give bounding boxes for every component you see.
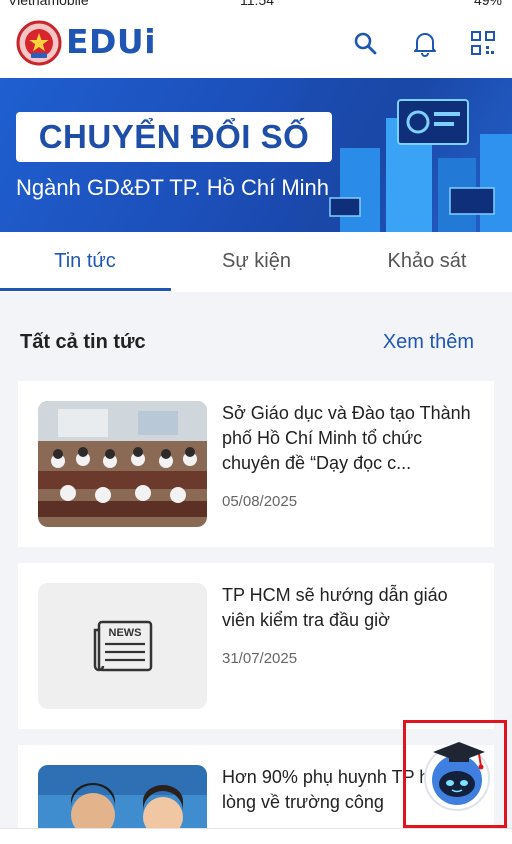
news-date: 05/08/2025 [222,493,298,510]
tab-survey[interactable]: Khảo sát [342,232,512,292]
chatbot-icon [424,742,490,811]
bell-icon [414,33,436,57]
classroom-photo [38,401,207,527]
active-tab-indicator [0,288,171,291]
search-icon [354,32,377,55]
see-more-link[interactable]: Xem thêm [383,331,474,354]
news-date: 31/07/2025 [222,650,298,667]
tab-bar: Tin tức Sự kiện Khảo sát [0,232,512,292]
banner-subtitle: Ngành GD&ĐT TP. Hồ Chí Minh [16,175,330,200]
app-logo [16,20,62,66]
section-title: Tất cả tin tức [20,331,146,353]
news-card[interactable]: Sở Giáo dục và Đào tạo Thành phố Hồ Chí … [18,381,494,547]
news-card[interactable]: NEWS TP HCM sẽ hướng dẫn giáo viên kiểm … [18,563,494,729]
news-icon-label: NEWS [108,627,141,639]
app-name: EDUi [66,22,157,61]
tab-events[interactable]: Sự kiện [171,232,342,292]
tab-news[interactable]: Tin tức [0,232,170,292]
news-icon: NEWS [93,620,152,672]
clock: 11:54 [240,0,274,8]
status-bar: Vietnamobile 11:54 49% [0,0,512,10]
news-thumbnail: NEWS [38,583,207,709]
promo-banner[interactable]: CHUYỂN ĐỔI SỐ Ngành GD&ĐT TP. Hồ Chí Min… [0,78,512,232]
app-header: EDUi [0,10,512,78]
search-button[interactable] [350,28,380,58]
banner-title: CHUYỂN ĐỔI SỐ [38,118,310,155]
news-thumbnail [38,401,207,527]
notifications-button[interactable] [410,28,440,58]
carrier-label: Vietnamobile [8,0,89,8]
news-title: Sở Giáo dục và Đào tạo Thành phố Hồ Chí … [222,403,471,473]
qr-scan-button[interactable] [468,28,498,58]
qr-code-icon [471,31,495,55]
bottom-navigation [0,828,512,844]
news-title: TP HCM sẽ hướng dẫn giáo viên kiểm tra đ… [222,585,448,630]
battery-level: 49% [473,0,502,8]
banner-title-box: CHUYỂN ĐỔI SỐ [16,112,332,162]
chatbot-button[interactable] [419,736,495,812]
